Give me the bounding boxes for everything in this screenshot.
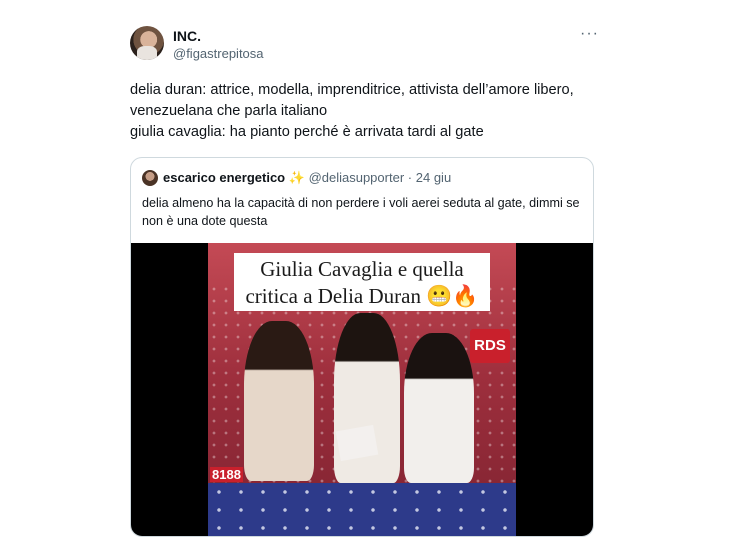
rds-logo: RDS <box>470 329 510 363</box>
banner-number: 8188 <box>210 467 243 482</box>
tweet: INC. @figastrepitosa ··· delia duran: at… <box>0 0 740 550</box>
video-caption: Giulia Cavaglia e quella critica a Delia… <box>234 253 490 311</box>
person-figure <box>244 321 314 481</box>
tweet-text-line: giulia cavaglia: ha pianto perché è arri… <box>130 124 484 140</box>
caption-line: Giulia Cavaglia e quella <box>260 257 464 281</box>
person-figure <box>404 333 474 483</box>
author-avatar[interactable] <box>130 26 164 60</box>
tweet-text-line: delia duran: attrice, modella, imprendit… <box>130 82 574 98</box>
sparkles-icon: ✨ <box>288 170 305 185</box>
quoted-text-line: non è una dote questa <box>142 214 268 228</box>
video-frame: RDS 8188 Giulia Cavaglia e quella critic… <box>208 243 516 536</box>
tweet-text-line: venezuelana che parla italiano <box>130 103 328 119</box>
quoted-tweet-text: delia almeno ha la capacità di non perde… <box>142 194 587 230</box>
more-options-icon[interactable]: ··· <box>580 26 599 42</box>
caption-line: critica a Delia Duran 😬🔥 <box>245 284 479 308</box>
quoted-tweet-header: escarico energetico ✨ @deliasupporter · … <box>163 170 451 186</box>
studio-desk <box>208 483 516 536</box>
quoted-media[interactable]: RDS 8188 Giulia Cavaglia e quella critic… <box>131 243 593 536</box>
header-separator: · <box>407 170 413 185</box>
quoted-author-avatar <box>142 170 158 186</box>
author-name[interactable]: INC. <box>173 28 201 44</box>
quoted-author-handle: @deliasupporter <box>308 170 405 185</box>
author-handle[interactable]: @figastrepitosa <box>173 46 264 61</box>
quoted-tweet-time: 24 giu <box>415 170 452 185</box>
tweet-text: delia duran: attrice, modella, imprendit… <box>130 80 600 143</box>
quoted-author-name: escarico energetico <box>163 170 286 185</box>
quoted-text-line: delia almeno ha la capacità di non perde… <box>142 196 580 210</box>
quoted-tweet[interactable]: escarico energetico ✨ @deliasupporter · … <box>130 157 594 537</box>
